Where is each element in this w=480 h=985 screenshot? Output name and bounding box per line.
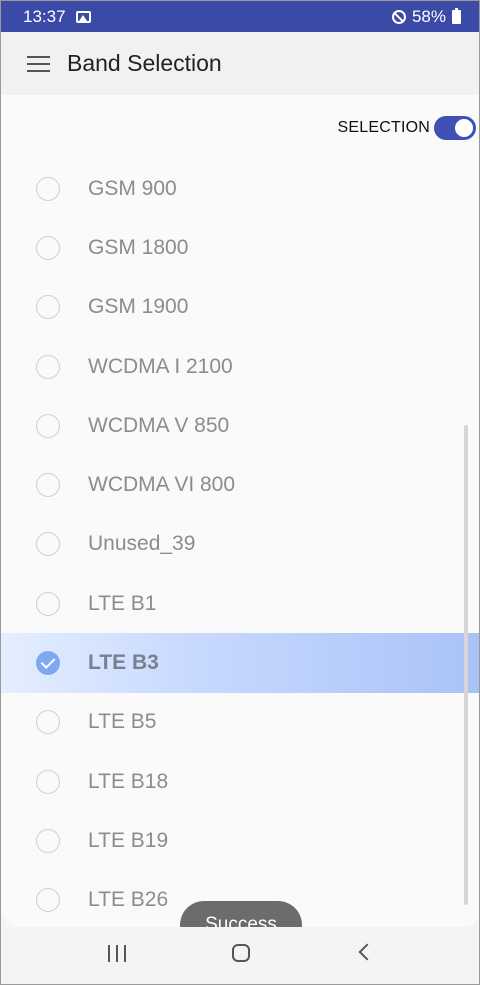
band-selection-panel: SELECTION GSM 900 GSM 1800 GSM 1900 WCDMA I… — [1, 95, 479, 929]
band-label: LTE B5 — [88, 710, 157, 734]
radio-button[interactable] — [36, 413, 60, 438]
radio-button[interactable] — [36, 769, 60, 794]
band-label: GSM 900 — [88, 176, 177, 200]
status-right-group: 58% — [391, 6, 461, 27]
phone-screen: 13:37 58% Band Selection SELECTION GSM 9… — [0, 0, 480, 985]
do-not-disturb-icon — [391, 9, 406, 24]
radio-button[interactable] — [36, 473, 60, 498]
image-icon — [75, 10, 91, 23]
band-label: Unused_39 — [88, 532, 196, 556]
radio-button[interactable] — [36, 235, 60, 260]
navigation-bar — [1, 927, 479, 984]
band-item[interactable]: GSM 1800 — [1, 218, 479, 277]
band-item[interactable]: Unused_39 — [1, 515, 479, 574]
back-button[interactable] — [358, 943, 376, 961]
status-bar: 13:37 58% — [1, 1, 479, 32]
band-list: GSM 900 GSM 1800 GSM 1900 WCDMA I 2100 WCDMA… — [1, 159, 479, 929]
battery-percent: 58% — [411, 6, 446, 26]
band-item[interactable]: LTE B3 — [1, 633, 479, 693]
band-item[interactable]: GSM 1900 — [1, 278, 479, 337]
radio-button[interactable] — [36, 888, 60, 913]
band-label: WCDMA V 850 — [88, 413, 230, 437]
band-label: LTE B26 — [88, 888, 169, 912]
band-item[interactable]: LTE B18 — [1, 752, 479, 811]
radio-button[interactable] — [36, 176, 60, 201]
band-label: LTE B19 — [88, 828, 169, 852]
band-item[interactable]: WCDMA I 2100 — [1, 337, 479, 396]
band-label: LTE B1 — [88, 591, 157, 615]
radio-button[interactable] — [36, 591, 60, 616]
home-button[interactable] — [232, 944, 250, 962]
band-item[interactable]: LTE B1 — [1, 574, 479, 633]
band-item[interactable]: WCDMA V 850 — [1, 396, 479, 455]
band-label: LTE B18 — [88, 769, 169, 793]
radio-button[interactable] — [36, 532, 60, 557]
scrollbar[interactable] — [464, 425, 468, 905]
recent-apps-button[interactable] — [108, 945, 126, 962]
battery-icon — [452, 7, 461, 24]
band-label: LTE B3 — [88, 651, 159, 675]
band-item[interactable]: LTE B19 — [1, 811, 479, 870]
band-item[interactable]: LTE B5 — [1, 693, 479, 752]
radio-button[interactable] — [36, 710, 60, 735]
band-label: GSM 1800 — [88, 235, 189, 259]
band-label: WCDMA VI 800 — [88, 473, 236, 497]
switch-knob — [453, 117, 475, 139]
band-item[interactable]: GSM 900 — [1, 159, 479, 218]
band-label: GSM 1900 — [88, 295, 189, 319]
selection-toggle-switch[interactable] — [434, 116, 476, 140]
band-item[interactable]: WCDMA VI 800 — [1, 455, 479, 514]
toast-message: Success — [180, 901, 302, 929]
radio-button[interactable] — [36, 828, 60, 853]
app-bar: Band Selection — [1, 32, 479, 95]
status-time: 13:37 — [23, 6, 66, 26]
radio-button[interactable] — [36, 295, 60, 320]
radio-button[interactable] — [36, 354, 60, 379]
selection-toggle-label: SELECTION — [337, 119, 430, 136]
selection-toggle-row: SELECTION — [337, 116, 476, 140]
check-circle-icon[interactable] — [36, 651, 60, 676]
band-label: WCDMA I 2100 — [88, 354, 233, 378]
hamburger-menu-icon[interactable] — [27, 55, 50, 72]
page-title: Band Selection — [67, 50, 222, 76]
